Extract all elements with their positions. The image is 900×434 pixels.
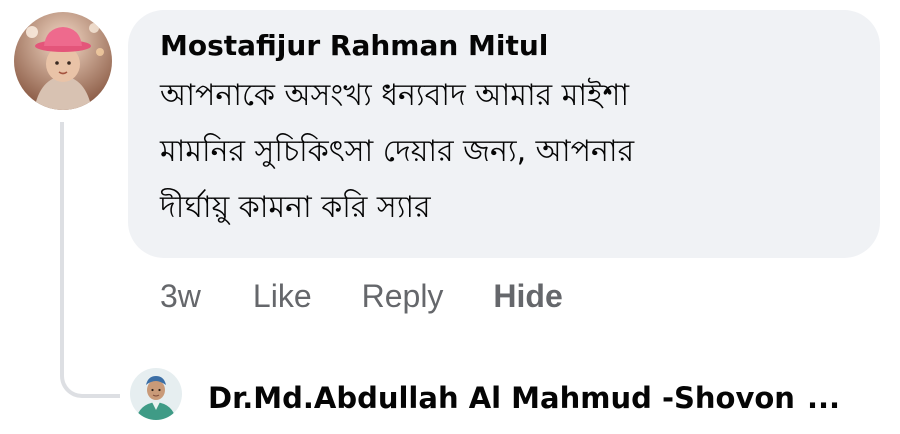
hide-button[interactable]: Hide — [493, 278, 562, 315]
comment-actions: 3w Like Reply Hide — [160, 274, 563, 318]
reply-author-line[interactable]: Dr.Md.Abdullah Al Mahmud -Shovon... — [208, 376, 840, 420]
comment-author-name[interactable]: Mostafijur Rahman Mitul — [160, 26, 852, 66]
reply-author-ellipsis: ... — [806, 381, 840, 415]
reply-author-name[interactable]: Dr.Md.Abdullah Al Mahmud -Shovon — [208, 381, 795, 415]
reply-thread-connector — [60, 122, 120, 398]
comment-text-line: মামনির সুচিকিৎসা দেয়ার জন্য, আপনার — [160, 134, 635, 169]
comment-text: আপনাকে অসংখ্য ধন্যবাদ আমার মাইশা মামনির … — [160, 68, 852, 236]
commenter-avatar[interactable] — [14, 12, 112, 110]
reply-button[interactable]: Reply — [362, 278, 444, 315]
baby-avatar-icon — [14, 12, 112, 110]
comment-age[interactable]: 3w — [160, 278, 201, 315]
doctor-avatar-icon — [130, 368, 182, 420]
comment-text-line: দীর্ঘায়ু কামনা করি স্যার — [160, 190, 431, 225]
reply-author-avatar[interactable] — [130, 368, 182, 420]
comment-text-line: আপনাকে অসংখ্য ধন্যবাদ আমার মাইশা — [160, 78, 630, 113]
like-button[interactable]: Like — [253, 278, 312, 315]
comment-bubble: Mostafijur Rahman Mitul আপনাকে অসংখ্য ধন… — [128, 10, 880, 258]
